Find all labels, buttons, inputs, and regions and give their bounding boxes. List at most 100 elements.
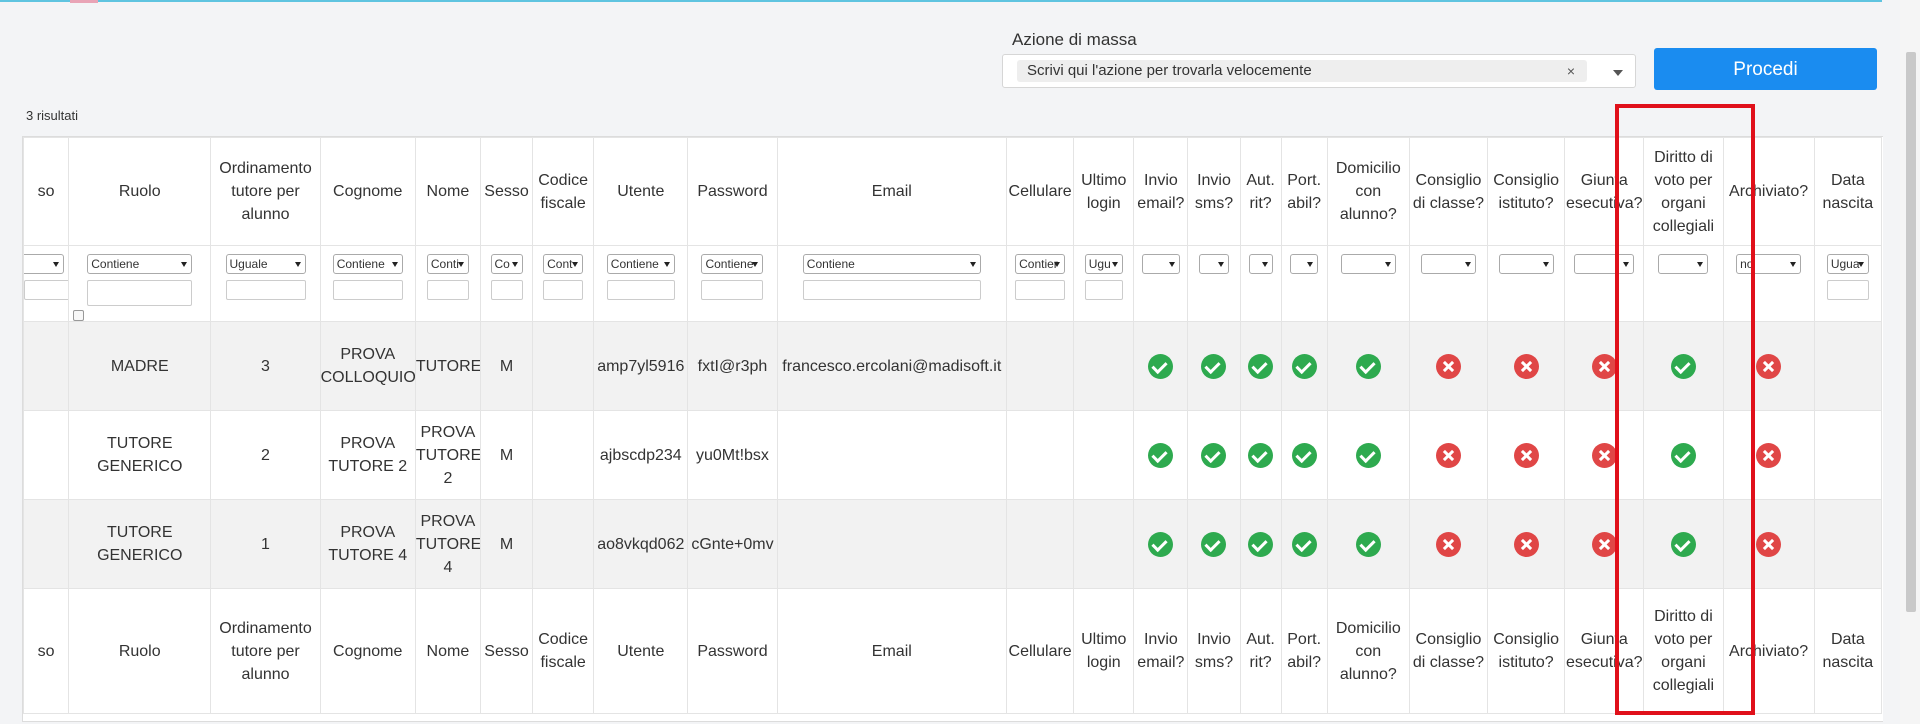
filter-operator-select[interactable] (1290, 254, 1319, 274)
x-circle-icon (1435, 353, 1461, 379)
column-footer-password[interactable]: Password (687, 588, 778, 714)
column-header-invio-sms[interactable]: Invio sms? (1187, 137, 1241, 246)
filter-value-input[interactable] (87, 280, 193, 306)
column-footer-consiglio-di-classe[interactable]: Consiglio di classe? (1408, 588, 1489, 714)
column-footer-aut-rit[interactable]: Aut. rit? (1239, 588, 1282, 714)
filter-operator-select[interactable] (1498, 254, 1554, 274)
column-footer-sesso[interactable]: Sesso (479, 588, 534, 714)
column-header-utente[interactable]: Utente (593, 137, 689, 246)
column-header-cognome[interactable]: Cognome (319, 137, 416, 246)
column-footer-diritto-di-voto-per-organi-collegiali[interactable]: Diritto di voto per organi collegiali (1643, 588, 1724, 714)
column-footer-email[interactable]: Email (776, 588, 1008, 714)
filter-operator-select[interactable]: Contiene (606, 254, 675, 274)
cell-sesso: M (479, 321, 534, 411)
filter-value-input[interactable] (701, 280, 764, 300)
column-header-password[interactable]: Password (687, 137, 778, 246)
column-footer-archiviato[interactable]: Archiviato? (1722, 588, 1815, 714)
filter-operator-select[interactable] (24, 254, 64, 274)
column-header-data-nascita[interactable]: Data nascita (1813, 137, 1883, 246)
column-header-archiviato[interactable]: Archiviato? (1722, 137, 1815, 246)
filter-operator-select[interactable]: Uguale (225, 254, 306, 274)
column-footer-invio-email[interactable]: Invio email? (1133, 588, 1189, 714)
filter-operator-select[interactable]: Ugua (1826, 254, 1869, 274)
column-footer-codice-fiscale[interactable]: Codice fiscale (532, 588, 595, 714)
column-header-aut-rit[interactable]: Aut. rit? (1239, 137, 1282, 246)
table-row[interactable]: TUTORE GENERICO 1 PROVA TUTORE 4 PROVA TUTO… (23, 499, 1883, 589)
column-footer-consiglio-istituto[interactable]: Consiglio istituto? (1487, 588, 1566, 714)
column-footer-cognome[interactable]: Cognome (319, 588, 416, 714)
filter-value-input[interactable] (1084, 280, 1123, 300)
column-header-codice-fiscale[interactable]: Codice fiscale (532, 137, 595, 246)
filter-operator-select[interactable] (1658, 254, 1709, 274)
column-footer-utente[interactable]: Utente (593, 588, 689, 714)
column-footer-port-abil[interactable]: Port. abil? (1280, 588, 1328, 714)
table-row[interactable]: TUTORE GENERICO 2 PROVA TUTORE 2 PROVA TUTO… (23, 410, 1883, 500)
column-header-invio-email[interactable]: Invio email? (1133, 137, 1189, 246)
cell-archiviato (1722, 321, 1815, 411)
cell-ultimo-login (1073, 410, 1135, 500)
filter-operator-select[interactable]: Contiene (701, 254, 764, 274)
filter-operator-select[interactable] (1574, 254, 1635, 274)
filter-operator-select[interactable] (1198, 254, 1229, 274)
column-header-cellulare[interactable]: Cellulare (1006, 137, 1075, 246)
column-footer-so[interactable]: so (23, 588, 70, 714)
filter-value-input[interactable] (426, 280, 469, 300)
column-header-consiglio-di-classe[interactable]: Consiglio di classe? (1408, 137, 1489, 246)
column-header-ordinamento-tutore-per-alunno[interactable]: Ordinamento tutore per alunno (210, 137, 321, 246)
column-header-port-abil[interactable]: Port. abil? (1280, 137, 1328, 246)
filter-value-input[interactable] (1015, 280, 1066, 300)
column-header-domicilio-con-alunno[interactable]: Domicilio con alunno? (1326, 137, 1410, 246)
filter-operator-select[interactable]: Co (490, 254, 523, 274)
filter-value-input[interactable] (543, 280, 584, 300)
column-header-sesso[interactable]: Sesso (479, 137, 534, 246)
filter-value-input[interactable] (225, 280, 306, 300)
filter-operator-select[interactable]: Conti (426, 254, 469, 274)
filter-value-input[interactable] (606, 280, 675, 300)
filter-operator-select[interactable] (1248, 254, 1273, 274)
cell-sesso: M (479, 499, 534, 589)
tutors-table-container: so Ruolo Ordinamento tutore per alunno Cogn… (22, 136, 1883, 722)
filter-operator-select[interactable]: Contiene (332, 254, 403, 274)
column-footer-nome[interactable]: Nome (414, 588, 481, 714)
column-footer-cellulare[interactable]: Cellulare (1006, 588, 1075, 714)
mass-action-selected[interactable]: Scrivi qui l'azione per trovarla velocem… (1017, 60, 1587, 82)
filter-operator-select[interactable] (1141, 254, 1180, 274)
column-footer-ultimo-login[interactable]: Ultimo login (1073, 588, 1135, 714)
column-header-giunta-esecutiva[interactable]: Giunta esecutiva? (1564, 137, 1645, 246)
filter-value-input[interactable] (802, 280, 981, 300)
column-footer-ruolo[interactable]: Ruolo (68, 588, 212, 714)
mass-action-select[interactable]: Scrivi qui l'azione per trovarla velocem… (1002, 54, 1636, 88)
chevron-down-icon[interactable] (1613, 70, 1623, 76)
scrollbar-thumb[interactable] (1906, 52, 1916, 612)
column-footer-invio-sms[interactable]: Invio sms? (1187, 588, 1241, 714)
check-circle-icon (1355, 353, 1381, 379)
column-footer-ordinamento-tutore-per-alunno[interactable]: Ordinamento tutore per alunno (210, 588, 321, 714)
column-header-nome[interactable]: Nome (414, 137, 481, 246)
filter-value-input[interactable] (24, 280, 68, 300)
filter-value-input[interactable] (490, 280, 523, 300)
page-scrollbar[interactable] (1900, 0, 1920, 724)
filter-operator-select[interactable]: Cont (543, 254, 584, 274)
column-footer-giunta-esecutiva[interactable]: Giunta esecutiva? (1564, 588, 1645, 714)
column-footer-domicilio-con-alunno[interactable]: Domicilio con alunno? (1326, 588, 1410, 714)
clear-icon[interactable]: × (1567, 60, 1575, 82)
column-header-diritto-di-voto-per-organi-collegiali[interactable]: Diritto di voto per organi collegiali (1643, 137, 1724, 246)
column-header-so[interactable]: so (23, 137, 70, 246)
table-row[interactable]: MADRE 3 PROVA COLLOQUIO TUTORE Mamp7yl5916 fx… (23, 321, 1883, 411)
column-header-ultimo-login[interactable]: Ultimo login (1073, 137, 1135, 246)
column-header-consiglio-istituto[interactable]: Consiglio istituto? (1487, 137, 1566, 246)
filter-checkbox[interactable] (73, 310, 85, 321)
filter-operator-select[interactable]: no (1736, 254, 1802, 274)
filter-operator-select[interactable]: Contiene (87, 254, 193, 274)
filter-operator-select[interactable]: Contiene (802, 254, 981, 274)
filter-operator-select[interactable]: Ugu (1084, 254, 1123, 274)
procedi-button[interactable]: Procedi (1654, 48, 1877, 90)
column-header-ruolo[interactable]: Ruolo (68, 137, 212, 246)
filter-operator-select[interactable]: Contier (1015, 254, 1066, 274)
column-header-email[interactable]: Email (776, 137, 1008, 246)
column-footer-data-nascita[interactable]: Data nascita (1813, 588, 1883, 714)
filter-operator-select[interactable] (1340, 254, 1396, 274)
filter-value-input[interactable] (332, 280, 403, 300)
filter-value-input[interactable] (1826, 280, 1869, 300)
filter-operator-select[interactable] (1420, 254, 1476, 274)
